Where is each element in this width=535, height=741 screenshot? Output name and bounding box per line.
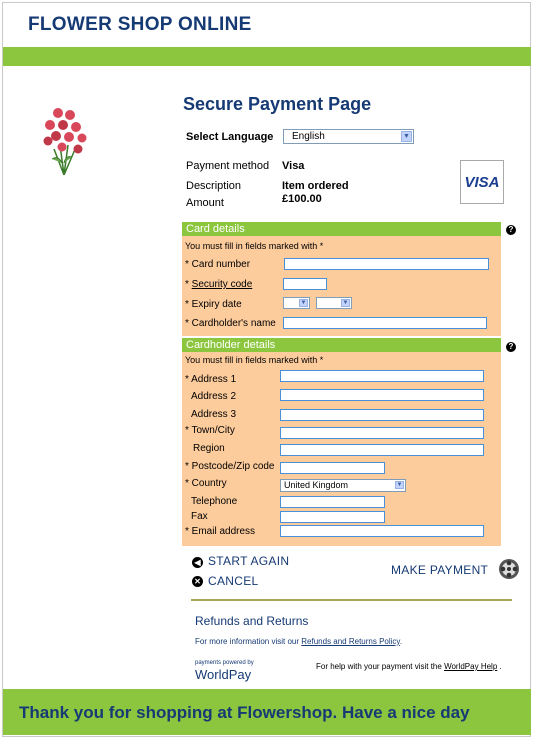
amount-value: £100.00 xyxy=(282,193,322,205)
dropdown-arrow-icon[interactable]: ▼ xyxy=(341,299,350,307)
language-select[interactable]: English ▼ xyxy=(283,129,414,144)
security-code-input[interactable] xyxy=(283,278,327,290)
address1-label: * Address 1 xyxy=(185,374,237,385)
worldpay-logo: WorldPay xyxy=(195,667,252,682)
email-input[interactable] xyxy=(280,525,484,537)
email-label: * Email address xyxy=(185,526,256,537)
visa-card-logo: VISA xyxy=(460,160,504,204)
town-city-label: * Town/City xyxy=(185,425,235,436)
help-icon[interactable]: ? xyxy=(506,342,516,352)
worldpay-help-text: For help with your payment visit the Wor… xyxy=(316,662,502,671)
payment-method-label: Payment method xyxy=(186,160,270,172)
cardholder-details-note: You must fill in fields marked with * xyxy=(185,355,324,365)
postcode-input[interactable] xyxy=(280,462,385,474)
make-payment-button[interactable]: MAKE PAYMENT xyxy=(391,563,488,577)
start-again-icon[interactable]: ◀ xyxy=(192,557,203,568)
fax-input[interactable] xyxy=(280,511,385,523)
security-code-link[interactable]: Security code xyxy=(192,279,253,290)
description-label: Description xyxy=(186,180,242,192)
worldpay-caption: payments powered by xyxy=(195,660,254,666)
address1-input[interactable] xyxy=(280,370,484,382)
worldpay-help-link[interactable]: WorldPay Help xyxy=(444,662,497,671)
country-selected-value: United Kingdom xyxy=(284,480,349,490)
refunds-policy-link[interactable]: Refunds and Returns Policy xyxy=(301,637,400,646)
page-title: Secure Payment Page xyxy=(183,94,372,114)
header-green-bar xyxy=(3,47,531,66)
dropdown-arrow-icon[interactable]: ▼ xyxy=(299,299,308,307)
expiry-date-label: * Expiry date xyxy=(185,299,242,310)
town-city-input[interactable] xyxy=(280,427,484,439)
payment-method-value: Visa xyxy=(282,160,305,172)
cancel-icon[interactable]: ✕ xyxy=(192,576,203,587)
refunds-title: Refunds and Returns xyxy=(195,614,309,628)
postcode-label: * Postcode/Zip code xyxy=(185,461,275,472)
cancel-button[interactable]: CANCEL xyxy=(208,574,258,588)
description-value: Item ordered xyxy=(282,180,349,192)
address3-label: Address 3 xyxy=(191,409,237,420)
country-select[interactable]: United Kingdom ▼ xyxy=(280,479,406,492)
address3-input[interactable] xyxy=(280,409,484,421)
telephone-input[interactable] xyxy=(280,496,385,508)
region-label: Region xyxy=(193,443,225,454)
telephone-label: Telephone xyxy=(191,496,238,507)
flower-bouquet-icon xyxy=(38,105,92,182)
amount-label: Amount xyxy=(186,197,224,209)
address2-label: Address 2 xyxy=(191,391,237,402)
card-details-header: Card details xyxy=(182,222,501,236)
section-divider xyxy=(191,599,512,601)
shop-title: FLOWER SHOP ONLINE xyxy=(28,14,252,35)
card-number-input[interactable] xyxy=(284,258,489,270)
expiry-year-select[interactable]: ▼ xyxy=(316,297,352,309)
card-details-note: You must fill in fields marked with * xyxy=(185,241,324,251)
region-input[interactable] xyxy=(280,444,484,456)
dropdown-arrow-icon[interactable]: ▼ xyxy=(401,131,412,142)
cardholder-name-input[interactable] xyxy=(283,317,487,329)
cardholder-details-header: Cardholder details xyxy=(182,338,501,352)
start-again-button[interactable]: START AGAIN xyxy=(208,554,289,568)
dropdown-arrow-icon[interactable]: ▼ xyxy=(395,481,404,489)
footer-message: Thank you for shopping at Flowershop. Ha… xyxy=(19,703,470,722)
expiry-month-select[interactable]: ▼ xyxy=(283,297,310,309)
make-payment-icon[interactable] xyxy=(498,558,520,585)
address2-input[interactable] xyxy=(280,389,484,401)
card-number-label: * Card number xyxy=(185,259,251,270)
language-label: Select Language xyxy=(186,131,274,143)
language-selected-value: English xyxy=(292,131,325,142)
country-label: * Country xyxy=(185,478,227,489)
cardholder-name-label: * Cardholder's name xyxy=(185,318,276,329)
refunds-text: For more information visit our Refunds a… xyxy=(195,637,403,646)
fax-label: Fax xyxy=(191,511,208,522)
help-icon[interactable]: ? xyxy=(506,225,516,235)
security-code-label: * Security code xyxy=(185,279,253,290)
